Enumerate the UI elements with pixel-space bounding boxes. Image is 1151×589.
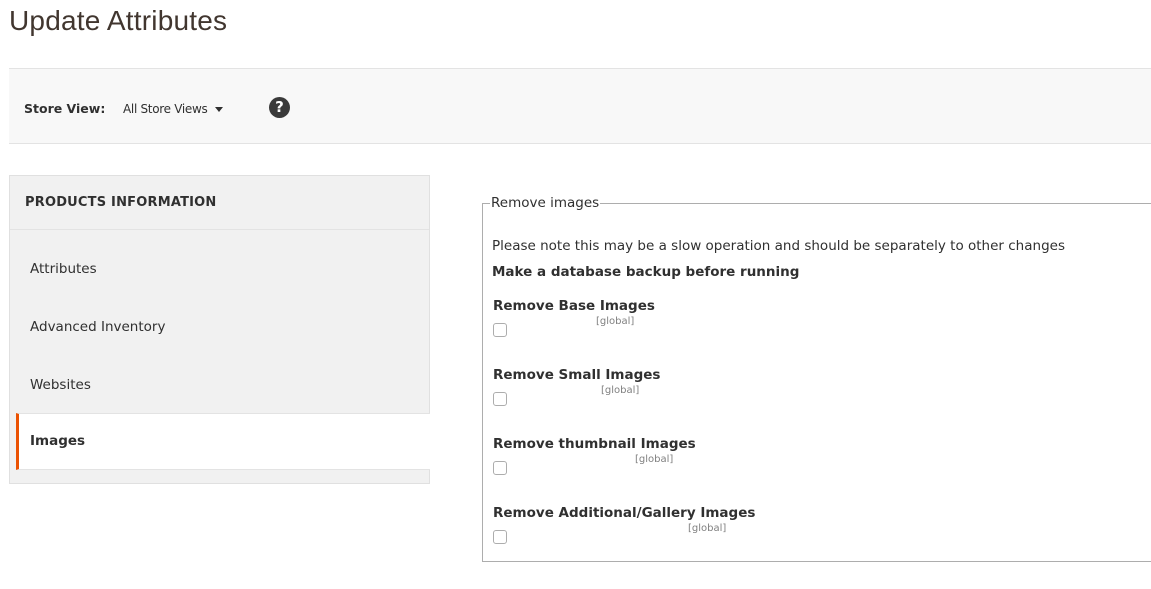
sidebar-title: PRODUCTS INFORMATION bbox=[25, 195, 217, 210]
fieldset-legend: Remove images bbox=[490, 195, 601, 211]
backup-warning: Make a database backup before running bbox=[492, 264, 800, 280]
scope-badge: [global] bbox=[688, 523, 727, 534]
sidebar-item-attributes[interactable]: Attributes bbox=[30, 261, 97, 277]
scope-badge: [global] bbox=[601, 385, 640, 396]
remove-gallery-images-label: Remove Additional/Gallery Images bbox=[493, 505, 756, 521]
slow-operation-note: Please note this may be a slow operation… bbox=[492, 238, 1065, 254]
remove-base-images-label: Remove Base Images bbox=[493, 298, 655, 314]
sidebar-item-images[interactable]: Images bbox=[16, 413, 430, 470]
remove-small-images-checkbox[interactable] bbox=[493, 392, 507, 406]
remove-thumbnail-images-checkbox[interactable] bbox=[493, 461, 507, 475]
scope-badge: [global] bbox=[596, 316, 635, 327]
store-view-label: Store View: bbox=[24, 101, 106, 116]
remove-thumbnail-images-label: Remove thumbnail Images bbox=[493, 436, 696, 452]
remove-small-images-label: Remove Small Images bbox=[493, 367, 661, 383]
sidebar: PRODUCTS INFORMATION Attributes Advanced… bbox=[9, 175, 430, 484]
scope-badge: [global] bbox=[635, 454, 674, 465]
store-view-bar: Store View: All Store Views ? bbox=[9, 68, 1151, 144]
help-icon[interactable]: ? bbox=[269, 97, 290, 118]
sidebar-item-websites[interactable]: Websites bbox=[30, 377, 91, 393]
sidebar-item-images-label: Images bbox=[30, 433, 86, 449]
remove-gallery-images-checkbox[interactable] bbox=[493, 530, 507, 544]
store-view-selected: All Store Views bbox=[123, 102, 208, 116]
caret-down-icon bbox=[215, 107, 224, 112]
store-view-switcher[interactable]: All Store Views bbox=[123, 102, 224, 116]
remove-base-images-checkbox[interactable] bbox=[493, 323, 507, 337]
sidebar-divider bbox=[10, 229, 429, 230]
sidebar-item-advanced-inventory[interactable]: Advanced Inventory bbox=[30, 319, 165, 335]
page-title: Update Attributes bbox=[9, 5, 228, 36]
